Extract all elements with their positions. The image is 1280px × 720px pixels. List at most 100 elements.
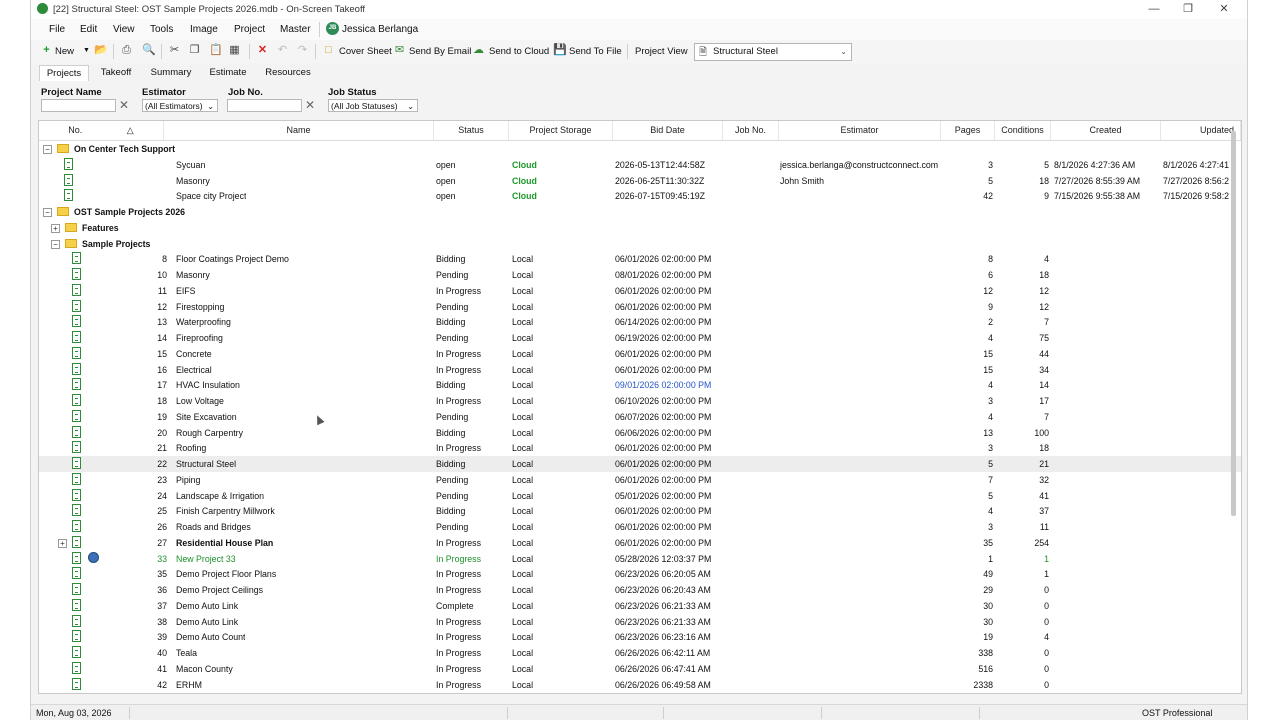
table-row[interactable]: − On Center Tech Support <box>39 141 1241 157</box>
col-conditions[interactable]: Conditions <box>995 121 1051 140</box>
table-row[interactable]: 41 Macon County In Progress Local 06/26/2026… <box>39 661 1241 677</box>
delete-icon[interactable]: ✕ <box>257 45 268 56</box>
table-row[interactable]: 11 EIFS In Progress Local 06/01/2026 02:00:0… <box>39 283 1241 299</box>
tab-takeoff[interactable]: Takeoff <box>93 65 139 80</box>
table-row[interactable]: 22 Structural Steel Bidding Local 06/01/2026… <box>39 456 1241 472</box>
collapse-toggle-icon[interactable]: − <box>43 208 52 217</box>
paste-icon[interactable]: 📋 <box>209 45 223 56</box>
table-row[interactable]: 10 Masonry Pending Local 08/01/2026 02:00:00… <box>39 267 1241 283</box>
close-button[interactable]: ✕ <box>1209 2 1239 17</box>
col-status[interactable]: Status <box>434 121 509 140</box>
minimize-button[interactable]: — <box>1139 2 1169 17</box>
table-row[interactable]: 40 Teala In Progress Local 06/26/2026 06:42:… <box>39 645 1241 661</box>
undo-icon[interactable]: ↶ <box>277 45 288 56</box>
table-row[interactable]: 20 Rough Carpentry Bidding Local 06/06/2026 … <box>39 425 1241 441</box>
collapse-toggle-icon[interactable]: − <box>51 239 60 249</box>
menu-view[interactable]: View <box>113 24 135 35</box>
new-button[interactable]: New <box>55 46 74 57</box>
col-updated[interactable]: Updated <box>1161 121 1241 140</box>
cut-icon[interactable]: ✂ <box>169 45 180 56</box>
table-row[interactable]: 23 Piping Pending Local 06/01/2026 02:00:00 … <box>39 472 1241 488</box>
table-row[interactable]: 36 Demo Project Ceilings In Progress Local 0… <box>39 582 1241 598</box>
col-job-no[interactable]: Job No. <box>723 121 779 140</box>
vertical-scrollbar[interactable] <box>1231 131 1236 516</box>
horizontal-scrollbar[interactable] <box>53 693 915 694</box>
expand-toggle-icon[interactable]: + <box>51 223 60 233</box>
table-row[interactable]: 42 ERHM In Progress Local 06/26/2026 06:49:5… <box>39 677 1241 693</box>
job-no-input[interactable] <box>227 99 302 112</box>
project-name-input[interactable] <box>41 99 116 112</box>
new-dropdown-icon[interactable]: ▼ <box>81 45 92 56</box>
project-view-select[interactable]: 🗎 Structural Steel ⌄ <box>694 43 852 61</box>
col-estimator[interactable]: Estimator <box>779 121 941 140</box>
clear-project-name-icon[interactable]: ✕ <box>119 98 129 112</box>
table-row[interactable]: 21 Roofing In Progress Local 06/01/2026 02:0… <box>39 440 1241 456</box>
table-row[interactable]: 15 Concrete In Progress Local 06/01/2026 02:… <box>39 346 1241 362</box>
table-row[interactable]: − OST Sample Projects 2026 <box>39 204 1241 220</box>
user-avatar[interactable]: JB <box>326 22 339 35</box>
estimator-select[interactable]: (All Estimators) ⌄ <box>142 99 218 112</box>
user-name[interactable]: Jessica Berlanga <box>342 24 418 35</box>
col-created[interactable]: Created <box>1051 121 1161 140</box>
open-folder-icon[interactable]: 📂 <box>94 45 108 56</box>
table-row[interactable]: 8 Floor Coatings Project Demo Bidding Local… <box>39 251 1241 267</box>
table-row[interactable]: 18 Low Voltage In Progress Local 06/10/2026 … <box>39 393 1241 409</box>
project-pages: 42 <box>983 191 993 202</box>
table-row[interactable]: Space city Project open Cloud 2026-07-15T09… <box>39 188 1241 204</box>
menu-master[interactable]: Master <box>280 24 311 35</box>
copy-icon[interactable]: ❐ <box>189 45 200 56</box>
menu-tools[interactable]: Tools <box>150 24 173 35</box>
menu-image[interactable]: Image <box>190 24 218 35</box>
table-row[interactable]: + Features <box>39 220 1241 236</box>
project-conditions: 0 <box>1044 648 1049 658</box>
folder-icon <box>57 144 69 153</box>
table-row[interactable]: 25 Finish Carpentry Millwork Bidding Local 0… <box>39 503 1241 519</box>
table-row[interactable]: 24 Landscape & Irrigation Pending Local 05/0… <box>39 488 1241 504</box>
job-status-select[interactable]: (All Job Statuses) ⌄ <box>328 99 418 112</box>
print-preview-icon[interactable]: 🔍 <box>142 45 156 56</box>
table-row[interactable]: − Sample Projects <box>39 236 1241 252</box>
projects-grid[interactable]: No. △ Name Status Project Storage Bid Da… <box>38 120 1242 694</box>
table-row[interactable]: 17 HVAC Insulation Bidding Local 09/01/2026 … <box>39 377 1241 393</box>
tab-summary[interactable]: Summary <box>145 65 197 80</box>
collapse-toggle-icon[interactable]: − <box>43 145 52 154</box>
table-row[interactable]: 37 Demo Auto Link Complete Local 06/23/2026 … <box>39 598 1241 614</box>
table-row[interactable]: +27 Residential House Plan In Progress Loca… <box>39 535 1241 551</box>
cover-sheet-button[interactable]: Cover Sheet <box>339 46 392 57</box>
project-conditions: 11 <box>1039 522 1049 532</box>
compare-icon[interactable]: ▦ <box>229 45 240 56</box>
redo-icon[interactable]: ↷ <box>297 45 308 56</box>
table-row[interactable]: 35 Demo Project Floor Plans In Progress Loc… <box>39 566 1241 582</box>
table-row[interactable]: 33 New Project 33 In Progress Local 05/28/20… <box>39 551 1241 567</box>
menu-edit[interactable]: Edit <box>80 24 97 35</box>
tab-projects[interactable]: Projects <box>39 65 89 81</box>
send-to-file-button[interactable]: Send To File <box>569 46 622 57</box>
table-row[interactable]: 38 Demo Auto Link In Progress Local 06/23/20… <box>39 614 1241 630</box>
restore-button[interactable]: ❐ <box>1173 2 1203 17</box>
col-project-storage[interactable]: Project Storage <box>509 121 613 140</box>
table-row[interactable]: 19 Site Excavation Pending Local 06/07/2026 … <box>39 409 1241 425</box>
col-pages[interactable]: Pages <box>941 121 995 140</box>
project-created: 8/1/2026 4:27:36 AM <box>1054 159 1136 170</box>
table-row[interactable]: 26 Roads and Bridges Pending Local 06/01/202… <box>39 519 1241 535</box>
clear-job-no-icon[interactable]: ✕ <box>305 98 315 112</box>
table-row[interactable]: 14 Fireproofing Pending Local 06/19/2026 02:… <box>39 330 1241 346</box>
tab-estimate[interactable]: Estimate <box>203 65 253 80</box>
col-name[interactable]: Name <box>164 121 434 140</box>
menu-project[interactable]: Project <box>234 24 265 35</box>
menu-file[interactable]: File <box>49 24 65 35</box>
project-pages: 3 <box>988 443 993 454</box>
table-row[interactable]: 13 Waterproofing Bidding Local 06/14/2026 02… <box>39 314 1241 330</box>
table-row[interactable]: Sycuan open Cloud 2026-05-13T12:44:58Z jessi… <box>39 157 1241 173</box>
table-row[interactable]: 39 Demo Auto Count In Progress Local 06/23/2… <box>39 629 1241 645</box>
tab-resources[interactable]: Resources <box>259 65 317 80</box>
col-no[interactable]: No. △ <box>39 121 164 140</box>
col-bid-date[interactable]: Bid Date <box>613 121 723 140</box>
table-row[interactable]: Masonry open Cloud 2026-06-25T11:30:32Z John… <box>39 173 1241 189</box>
print-icon[interactable]: ⎙ <box>121 45 132 56</box>
expand-toggle-icon[interactable]: + <box>58 538 67 548</box>
send-to-cloud-button[interactable]: Send to Cloud <box>489 46 549 57</box>
table-row[interactable]: 12 Firestopping Pending Local 06/01/2026 02:… <box>39 299 1241 315</box>
send-by-email-button[interactable]: Send By Email <box>409 46 471 57</box>
table-row[interactable]: 16 Electrical In Progress Local 06/01/2026 0… <box>39 362 1241 378</box>
